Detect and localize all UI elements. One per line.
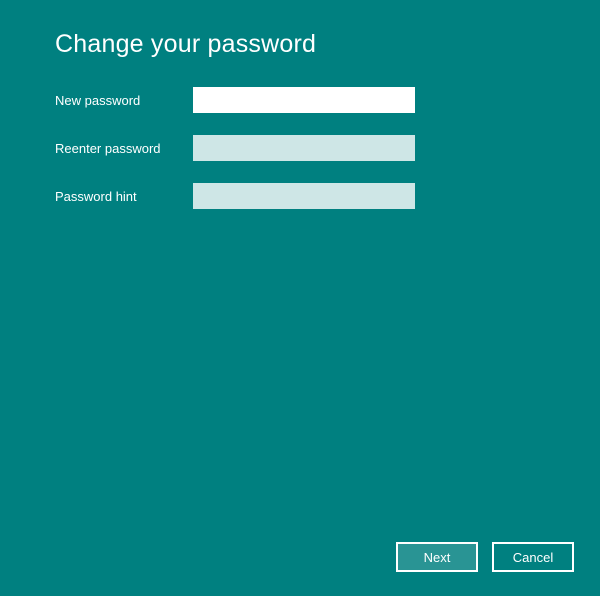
footer-buttons: Next Cancel	[396, 542, 574, 572]
reenter-password-input[interactable]	[193, 135, 415, 161]
page-title: Change your password	[55, 30, 600, 59]
reenter-password-row: Reenter password	[55, 135, 600, 161]
cancel-button[interactable]: Cancel	[492, 542, 574, 572]
password-hint-label: Password hint	[55, 189, 193, 204]
password-hint-input[interactable]	[193, 183, 415, 209]
new-password-label: New password	[55, 93, 193, 108]
change-password-form: Change your password New password Reente…	[0, 0, 600, 209]
password-hint-row: Password hint	[55, 183, 600, 209]
next-button[interactable]: Next	[396, 542, 478, 572]
new-password-row: New password	[55, 87, 600, 113]
new-password-input[interactable]	[193, 87, 415, 113]
reenter-password-label: Reenter password	[55, 141, 193, 156]
